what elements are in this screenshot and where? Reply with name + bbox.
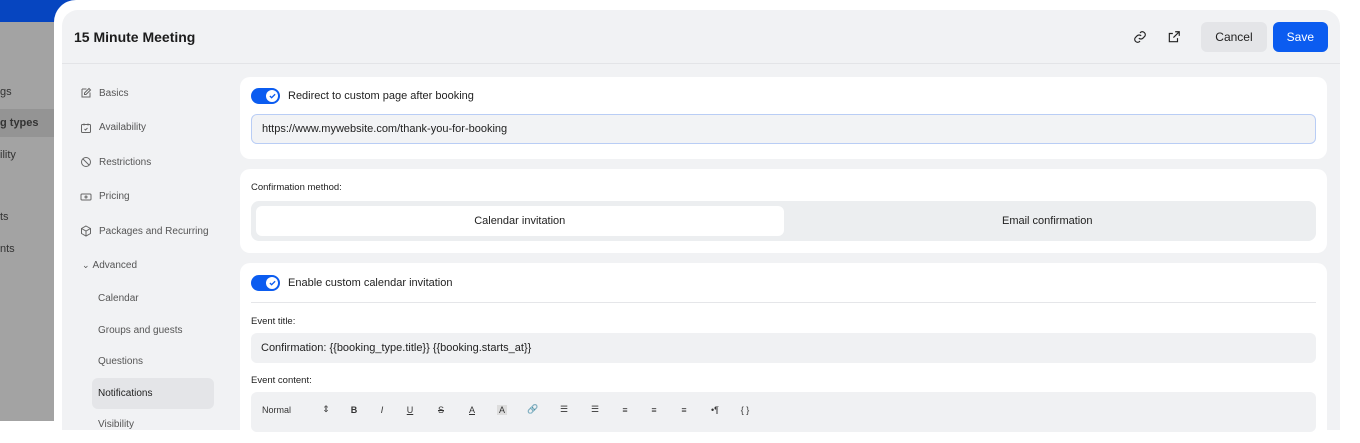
nav-item-packages[interactable]: Packages and Recurring (74, 214, 224, 249)
nav-label: Basics (99, 87, 129, 99)
link-button[interactable]: 🔗 (518, 404, 548, 415)
align-center-button[interactable]: ≡ (640, 405, 668, 415)
text-color-button[interactable]: A (458, 405, 486, 415)
event-title-label: Event title: (251, 316, 296, 327)
invitation-card: Enable custom calendar invitation Event … (240, 263, 1327, 443)
edit-icon (81, 88, 92, 98)
format-chevron-icon[interactable]: ⇕ (312, 404, 340, 415)
redirect-url-input[interactable]: https://www.mywebsite.com/thank-you-for-… (251, 114, 1316, 144)
format-select[interactable]: Normal (262, 405, 312, 415)
redirect-label: Redirect to custom page after booking (288, 90, 474, 102)
variables-select[interactable]: { } (730, 405, 760, 415)
invitation-toggle-row: Enable custom calendar invitation (251, 275, 1316, 303)
settings-nav: Basics Availability Restrictions Pricing… (74, 76, 224, 441)
strike-button[interactable]: S (424, 405, 458, 415)
copy-link-icon[interactable] (1123, 22, 1157, 52)
ordered-list-button[interactable]: ☰ (548, 404, 580, 415)
backdrop-nav-item: gs (0, 86, 12, 98)
nav-item-restrictions[interactable]: Restrictions (74, 145, 224, 180)
nav-item-visibility[interactable]: Visibility (74, 409, 224, 441)
italic-button[interactable]: I (368, 405, 396, 415)
redirect-card: Redirect to custom page after booking ht… (240, 77, 1327, 159)
bullet-list-button[interactable]: ☰ (580, 404, 610, 415)
external-link-icon[interactable] (1157, 22, 1191, 52)
align-right-button[interactable]: ≡ (668, 405, 700, 415)
nav-item-pricing[interactable]: Pricing (74, 180, 224, 215)
align-left-button[interactable]: ≡ (610, 405, 640, 415)
nav-label: Pricing (99, 191, 130, 203)
ban-icon (81, 157, 91, 168)
nav-item-questions[interactable]: Questions (74, 346, 224, 378)
backdrop-nav-item: g types (0, 117, 39, 129)
chevron-down-icon: ⌄ (82, 260, 90, 271)
backdrop-nav-item: ility (0, 149, 16, 161)
event-title-input[interactable]: Confirmation: {{booking_type.title}} {{b… (251, 333, 1316, 363)
invitation-label: Enable custom calendar invitation (288, 277, 453, 289)
edit-booking-type-modal: 15 Minute Meeting Cancel Save Basics Ava… (62, 10, 1340, 443)
nav-item-calendar[interactable]: Calendar (74, 283, 224, 315)
editor-toolbar: Normal ⇕ B I U S A A 🔗 ☰ ☰ ≡ ≡ ≡ •¶ { } (262, 404, 1305, 415)
nav-label: Availability (99, 122, 147, 134)
option-email-confirmation[interactable]: Email confirmation (784, 206, 1312, 236)
invitation-toggle[interactable] (251, 275, 280, 291)
text-direction-button[interactable]: •¶ (700, 405, 730, 415)
nav-item-availability[interactable]: Availability (74, 111, 224, 146)
redirect-toggle[interactable] (251, 88, 280, 104)
modal-header: 15 Minute Meeting Cancel Save (62, 10, 1340, 64)
background-color-button[interactable]: A (497, 404, 507, 415)
backdrop-nav-item: ts (0, 211, 9, 223)
nav-group-advanced[interactable]: ⌄ Advanced (74, 249, 224, 284)
nav-label: Advanced (92, 260, 138, 272)
confirmation-card: Confirmation method: Calendar invitation… (240, 169, 1327, 253)
confirmation-label: Confirmation method: (251, 182, 342, 193)
redirect-toggle-row: Redirect to custom page after booking (251, 88, 1316, 104)
option-calendar-invitation[interactable]: Calendar invitation (256, 206, 784, 236)
nav-label: Packages and Recurring (99, 225, 209, 237)
save-button[interactable]: Save (1272, 21, 1328, 52)
calendar-check-icon (81, 123, 91, 133)
backdrop-nav-item: nts (0, 243, 15, 255)
nav-item-basics[interactable]: Basics (74, 76, 224, 111)
page-title: 15 Minute Meeting (74, 28, 196, 45)
bold-button[interactable]: B (340, 405, 368, 415)
package-icon (81, 225, 91, 237)
cancel-button[interactable]: Cancel (1201, 21, 1267, 52)
event-content-label: Event content: (251, 375, 312, 386)
confirmation-method-selector: Calendar invitation Email confirmation (251, 201, 1316, 241)
money-icon (80, 193, 92, 201)
nav-label: Restrictions (99, 156, 152, 168)
nav-item-notifications[interactable]: Notifications (92, 377, 214, 409)
nav-item-groups[interactable]: Groups and guests (74, 315, 224, 347)
event-content-editor: Normal ⇕ B I U S A A 🔗 ☰ ☰ ≡ ≡ ≡ •¶ { } (251, 392, 1316, 432)
underline-button[interactable]: U (396, 405, 424, 415)
